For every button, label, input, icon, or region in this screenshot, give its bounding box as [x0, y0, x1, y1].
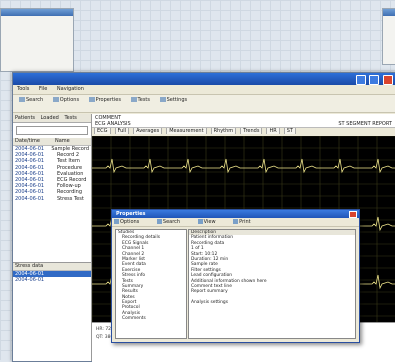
close-button[interactable] [383, 75, 393, 85]
dialog-tool-label: Search [162, 219, 181, 225]
ecg-tab[interactable]: Trends [240, 127, 263, 134]
dialog-toolbar: Options Search View Print [112, 218, 359, 227]
settings-icon [159, 97, 166, 102]
toolbar-button[interactable]: Settings [158, 97, 190, 104]
toolbar-label: Settings [166, 97, 188, 103]
ecg-header: COMMENT ECG ANALYSIS ST SEGMENT REPORT [92, 114, 395, 128]
dialog-tool[interactable]: View [197, 219, 224, 225]
record-list: 2004-06-01 Sample Record 2004-06-01 Record … [13, 146, 91, 202]
toolbar-label: Properties [95, 97, 121, 103]
view-icon [197, 219, 203, 224]
lower-list-header: Stress data [13, 263, 91, 271]
menu-item[interactable]: File [39, 86, 47, 92]
dialog-details: Description Patient information Recording… [188, 229, 356, 339]
minimize-button[interactable] [355, 75, 366, 85]
options-icon [114, 219, 119, 224]
column-header-name[interactable]: Name [53, 138, 72, 145]
lower-list: Stress data 2004-06-01 2004-06-01 [13, 262, 91, 362]
ecg-title: ECG ANALYSIS [95, 121, 131, 127]
dialog-tool-label: Options [120, 219, 140, 225]
list-header: Date/time Name [13, 138, 91, 146]
menu-bar: Tools File Navigation [13, 85, 395, 95]
ecg-tab[interactable]: Measurement [166, 127, 207, 134]
toolbar-button[interactable]: Tests [129, 97, 152, 104]
ecg-trace [92, 158, 395, 174]
dialog-close-button[interactable] [349, 211, 357, 218]
dialog-tree[interactable]: Studies Recording details ECG Signals Chann… [115, 229, 187, 339]
dialog-title: Properties [116, 211, 146, 217]
tab-tests[interactable]: Tests [64, 115, 76, 121]
toolbar-label: Tests [137, 97, 150, 103]
tests-icon [130, 97, 137, 102]
dialog-tool[interactable]: Options [114, 219, 147, 225]
ecg-tab[interactable]: Full [114, 127, 130, 134]
toolbar-button[interactable]: Search [17, 97, 45, 104]
ecg-tab[interactable]: ECG [94, 127, 111, 134]
dialog-titlebar: Properties [112, 210, 359, 218]
search-icon [19, 97, 25, 102]
ecg-tab[interactable]: ST [283, 127, 296, 134]
toolbar-button[interactable]: Options [51, 97, 81, 104]
measurement-value: HR: 72 [96, 327, 112, 332]
properties-dialog[interactable]: Properties Options Search View Print Stu… [111, 209, 360, 343]
left-tabs: Patients Loaded Tests [13, 114, 91, 123]
window-titlebar [13, 73, 395, 85]
toolbar-label: Search [26, 97, 44, 103]
menu-item[interactable]: Tools [17, 86, 29, 92]
tree-item[interactable]: Comments [116, 316, 186, 321]
dialog-tool-label: Print [239, 219, 251, 225]
dialog-tool[interactable]: Search [156, 219, 188, 225]
dialog-tool-label: View [203, 219, 216, 225]
ecg-report-label: ST SEGMENT REPORT [338, 121, 392, 127]
ecg-tab[interactable]: Rhythm [210, 127, 237, 134]
search-icon [156, 219, 162, 224]
background-window-titlebar [383, 9, 395, 16]
ecg-tab[interactable]: HR [266, 127, 280, 134]
background-window-titlebar [1, 9, 73, 16]
menu-item[interactable]: Navigation [57, 86, 84, 92]
dialog-tool[interactable]: Print [233, 219, 259, 225]
background-window-right[interactable] [382, 8, 395, 65]
lower-list-title: Stress data [15, 263, 44, 269]
properties-icon [88, 97, 95, 102]
filter-input[interactable] [16, 126, 88, 135]
maximize-button[interactable] [369, 75, 380, 85]
ecg-tab[interactable]: Averages [133, 127, 163, 134]
window-controls [354, 75, 393, 87]
toolbar: Search Options Properties Tests Settings [13, 95, 395, 113]
tab-loaded[interactable]: Loaded [41, 115, 59, 121]
table-row[interactable]: 2004-06-01 Stress Test [13, 196, 91, 202]
background-window-left[interactable] [0, 8, 74, 72]
print-icon [233, 219, 239, 224]
left-panel: Patients Loaded Tests Date/time Name 200… [13, 114, 92, 361]
tab-patients[interactable]: Patients [15, 115, 35, 121]
row-date: 2004-06-01 [15, 195, 45, 202]
detail-line: Analysis settings [191, 300, 228, 306]
options-icon [52, 97, 59, 102]
list-item-label: 2004-06-01 [15, 277, 45, 284]
column-header-date[interactable]: Date/time [13, 138, 53, 145]
row-name: Stress Test [57, 195, 84, 202]
toolbar-button[interactable]: Properties [87, 97, 123, 104]
toolbar-label: Options [59, 97, 80, 103]
list-item[interactable]: 2004-06-01 [13, 277, 91, 283]
